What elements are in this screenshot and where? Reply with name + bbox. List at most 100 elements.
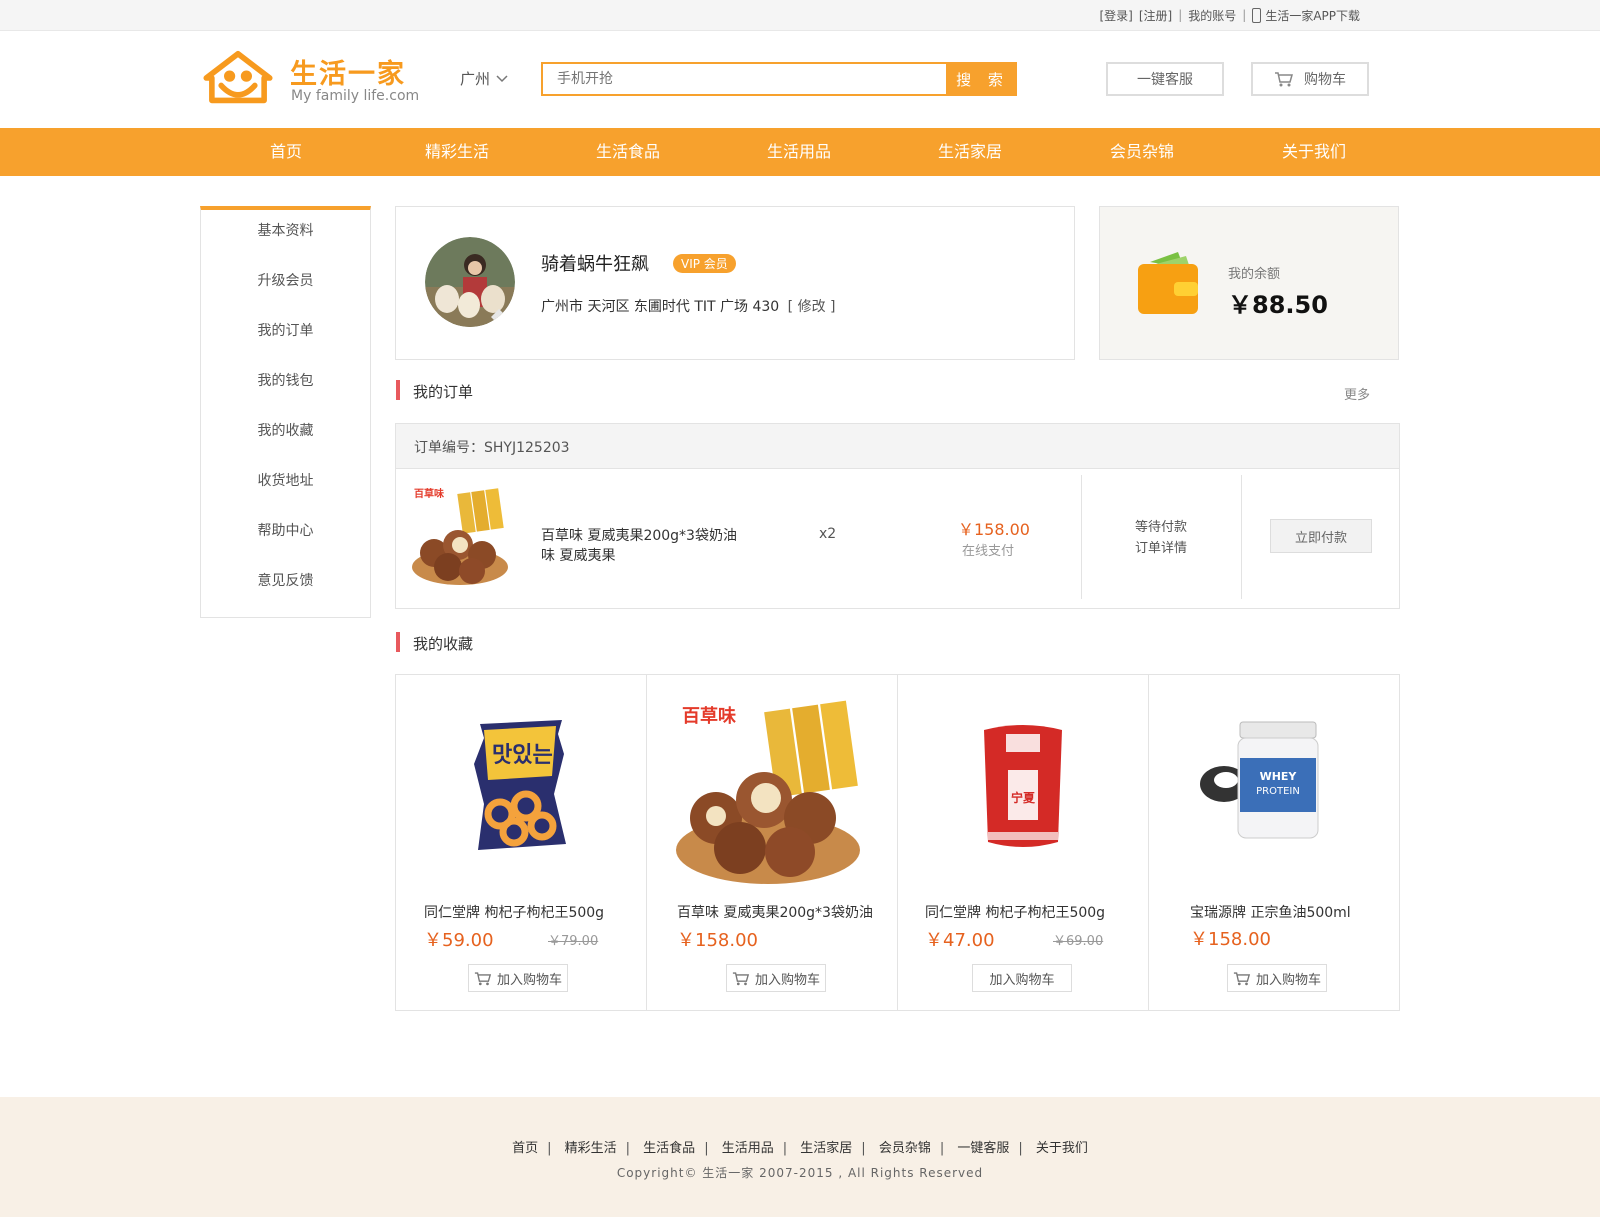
pay-now-button[interactable]: 立即付款 <box>1270 519 1372 553</box>
add-to-cart-label: 加入购物车 <box>1255 972 1321 988</box>
sidebar <box>200 206 371 618</box>
footer-link-service[interactable]: 一键客服 <box>957 1141 1009 1156</box>
wallet-icon <box>1138 252 1198 314</box>
orders-more-link[interactable]: 更多 <box>1344 384 1370 403</box>
divider <box>1241 475 1242 599</box>
nav-life[interactable]: 精彩生活 <box>387 128 527 176</box>
divider: | <box>1018 1141 1023 1156</box>
divider: | <box>1178 8 1183 22</box>
favorite-product-image[interactable]: WHEY PROTEIN <box>1196 714 1346 864</box>
search-button[interactable]: 搜 索 <box>948 62 1017 96</box>
order-pay-method: 在线支付 <box>962 544 1015 559</box>
divider <box>646 674 647 1011</box>
divider <box>1148 674 1149 1011</box>
customer-service-label: 一键客服 <box>1137 72 1193 88</box>
cart-button[interactable]: 购物车 <box>1251 62 1369 96</box>
nav-member[interactable]: 会员杂锦 <box>1072 128 1212 176</box>
add-to-cart-label: 加入购物车 <box>989 972 1055 988</box>
order-product-image[interactable]: 百草味 <box>412 487 514 587</box>
divider <box>1081 475 1082 599</box>
account-link[interactable]: 我的账号 <box>1188 7 1236 24</box>
city-selector[interactable]: 广州 <box>460 68 508 89</box>
favorite-product-image[interactable]: 宁夏 <box>948 714 1098 864</box>
add-to-cart-button[interactable]: 加入购物车 <box>468 964 568 992</box>
balance-value: ￥88.50 <box>1228 291 1328 319</box>
add-to-cart-button[interactable]: 加入购物车 <box>726 964 826 992</box>
divider: | <box>547 1141 552 1156</box>
cart-icon <box>732 971 750 985</box>
favorite-product-old-price: ￥69.00 <box>1053 934 1104 949</box>
footer <box>0 1097 1600 1217</box>
cart-icon <box>1275 72 1293 87</box>
favorite-product-price: ￥158.00 <box>1190 929 1271 950</box>
sidebar-item-feedback[interactable]: 意见反馈 <box>200 569 371 593</box>
favorite-product-price: ￥59.00 <box>424 930 494 951</box>
favorites-section-title: 我的收藏 <box>413 635 474 653</box>
avatar[interactable] <box>425 237 515 327</box>
divider: | <box>782 1141 788 1156</box>
copyright: Copyright© 生活一家 2007-2015 , All Rights R… <box>616 1166 984 1180</box>
order-price: ￥158.00 <box>958 520 1030 539</box>
nav-home[interactable]: 首页 <box>216 128 356 176</box>
nav-food[interactable]: 生活食品 <box>558 128 698 176</box>
footer-link-home-furnishing[interactable]: 生活家居 <box>800 1141 852 1156</box>
balance-label: 我的余额 <box>1228 267 1281 282</box>
footer-link-home[interactable]: 首页 <box>512 1141 538 1156</box>
svg-text:宁夏: 宁夏 <box>1011 790 1036 805</box>
sidebar-item-upgrade[interactable]: 升级会员 <box>200 269 371 293</box>
footer-link-food[interactable]: 生活食品 <box>643 1141 695 1156</box>
footer-link-member[interactable]: 会员杂锦 <box>879 1141 931 1156</box>
footer-link-about[interactable]: 关于我们 <box>1036 1141 1088 1156</box>
logo-house-icon[interactable] <box>200 50 276 106</box>
orders-section-title: 我的订单 <box>413 383 474 401</box>
favorite-product-image[interactable]: 百草味 <box>676 700 868 886</box>
divider: | <box>625 1141 631 1156</box>
app-download-link[interactable]: 生活一家APP下载 <box>1252 7 1360 24</box>
sidebar-item-wallet[interactable]: 我的钱包 <box>200 369 371 393</box>
address-text: 广州市 天河区 东圃时代 TIT 广场 430 <box>541 299 780 315</box>
favorite-product-name[interactable]: 同仁堂牌 枸杞子枸杞王500g <box>925 902 1105 922</box>
order-detail-link[interactable]: 订单详情 <box>1135 537 1187 556</box>
footer-links: 首页 | 精彩生活 | 生活食品 | 生活用品 | 生活家居 | 会员杂锦 | 一键客服 | … <box>0 1137 1600 1156</box>
order-product-name[interactable]: 百草味 夏威夷果200g*3袋奶油味 夏威夷果 <box>541 526 746 566</box>
top-bar <box>0 0 1600 31</box>
cart-icon <box>1233 971 1251 985</box>
footer-link-life[interactable]: 精彩生活 <box>565 1141 617 1156</box>
section-marker <box>396 380 400 400</box>
nav-about[interactable]: 关于我们 <box>1244 128 1384 176</box>
divider <box>897 674 898 1011</box>
cart-icon <box>474 971 492 985</box>
sidebar-item-orders[interactable]: 我的订单 <box>200 319 371 343</box>
username: 骑着蜗牛狂飙 <box>541 254 649 275</box>
login-link[interactable]: [登录] <box>1099 7 1132 24</box>
add-to-cart-button[interactable]: 加入购物车 <box>972 964 1072 992</box>
favorite-product-name[interactable]: 百草味 夏威夷果200g*3袋奶油 <box>677 902 873 922</box>
sidebar-item-help[interactable]: 帮助中心 <box>200 519 371 543</box>
divider: | <box>939 1141 945 1156</box>
edit-address-link[interactable]: [ 修改 ] <box>788 299 836 315</box>
svg-text:맛있는: 맛있는 <box>492 743 553 768</box>
divider: | <box>704 1141 709 1156</box>
vip-badge: VIP 会员 <box>673 254 736 273</box>
nav-goods[interactable]: 生活用品 <box>729 128 869 176</box>
favorite-product-name[interactable]: 同仁堂牌 枸杞子枸杞王500g <box>424 902 604 922</box>
add-to-cart-label: 加入购物车 <box>496 972 562 988</box>
footer-link-goods[interactable]: 生活用品 <box>722 1141 774 1156</box>
svg-text:PROTEIN: PROTEIN <box>1256 786 1300 797</box>
sidebar-item-profile[interactable]: 基本资料 <box>200 219 371 243</box>
customer-service-button[interactable]: 一键客服 <box>1106 62 1224 96</box>
address: 广州市 天河区 东圃时代 TIT 广场 430 [ 修改 ] <box>541 296 836 316</box>
register-link[interactable]: [注册] <box>1139 7 1172 24</box>
favorite-product-name[interactable]: 宝瑞源牌 正宗鱼油500ml <box>1190 902 1351 922</box>
logo-subtitle: My family life.com <box>291 88 420 104</box>
add-to-cart-button[interactable]: 加入购物车 <box>1227 964 1327 992</box>
sidebar-item-address[interactable]: 收货地址 <box>200 469 371 493</box>
search-input[interactable] <box>547 62 954 96</box>
favorite-product-price: ￥47.00 <box>925 930 995 951</box>
nav-home-furnishing[interactable]: 生活家居 <box>900 128 1040 176</box>
svg-text:百草味: 百草味 <box>414 487 444 500</box>
cart-label: 购物车 <box>1304 72 1346 88</box>
sidebar-item-favorites[interactable]: 我的收藏 <box>200 419 371 443</box>
city-label: 广州 <box>460 70 491 88</box>
favorite-product-image[interactable]: 맛있는 <box>444 714 594 864</box>
